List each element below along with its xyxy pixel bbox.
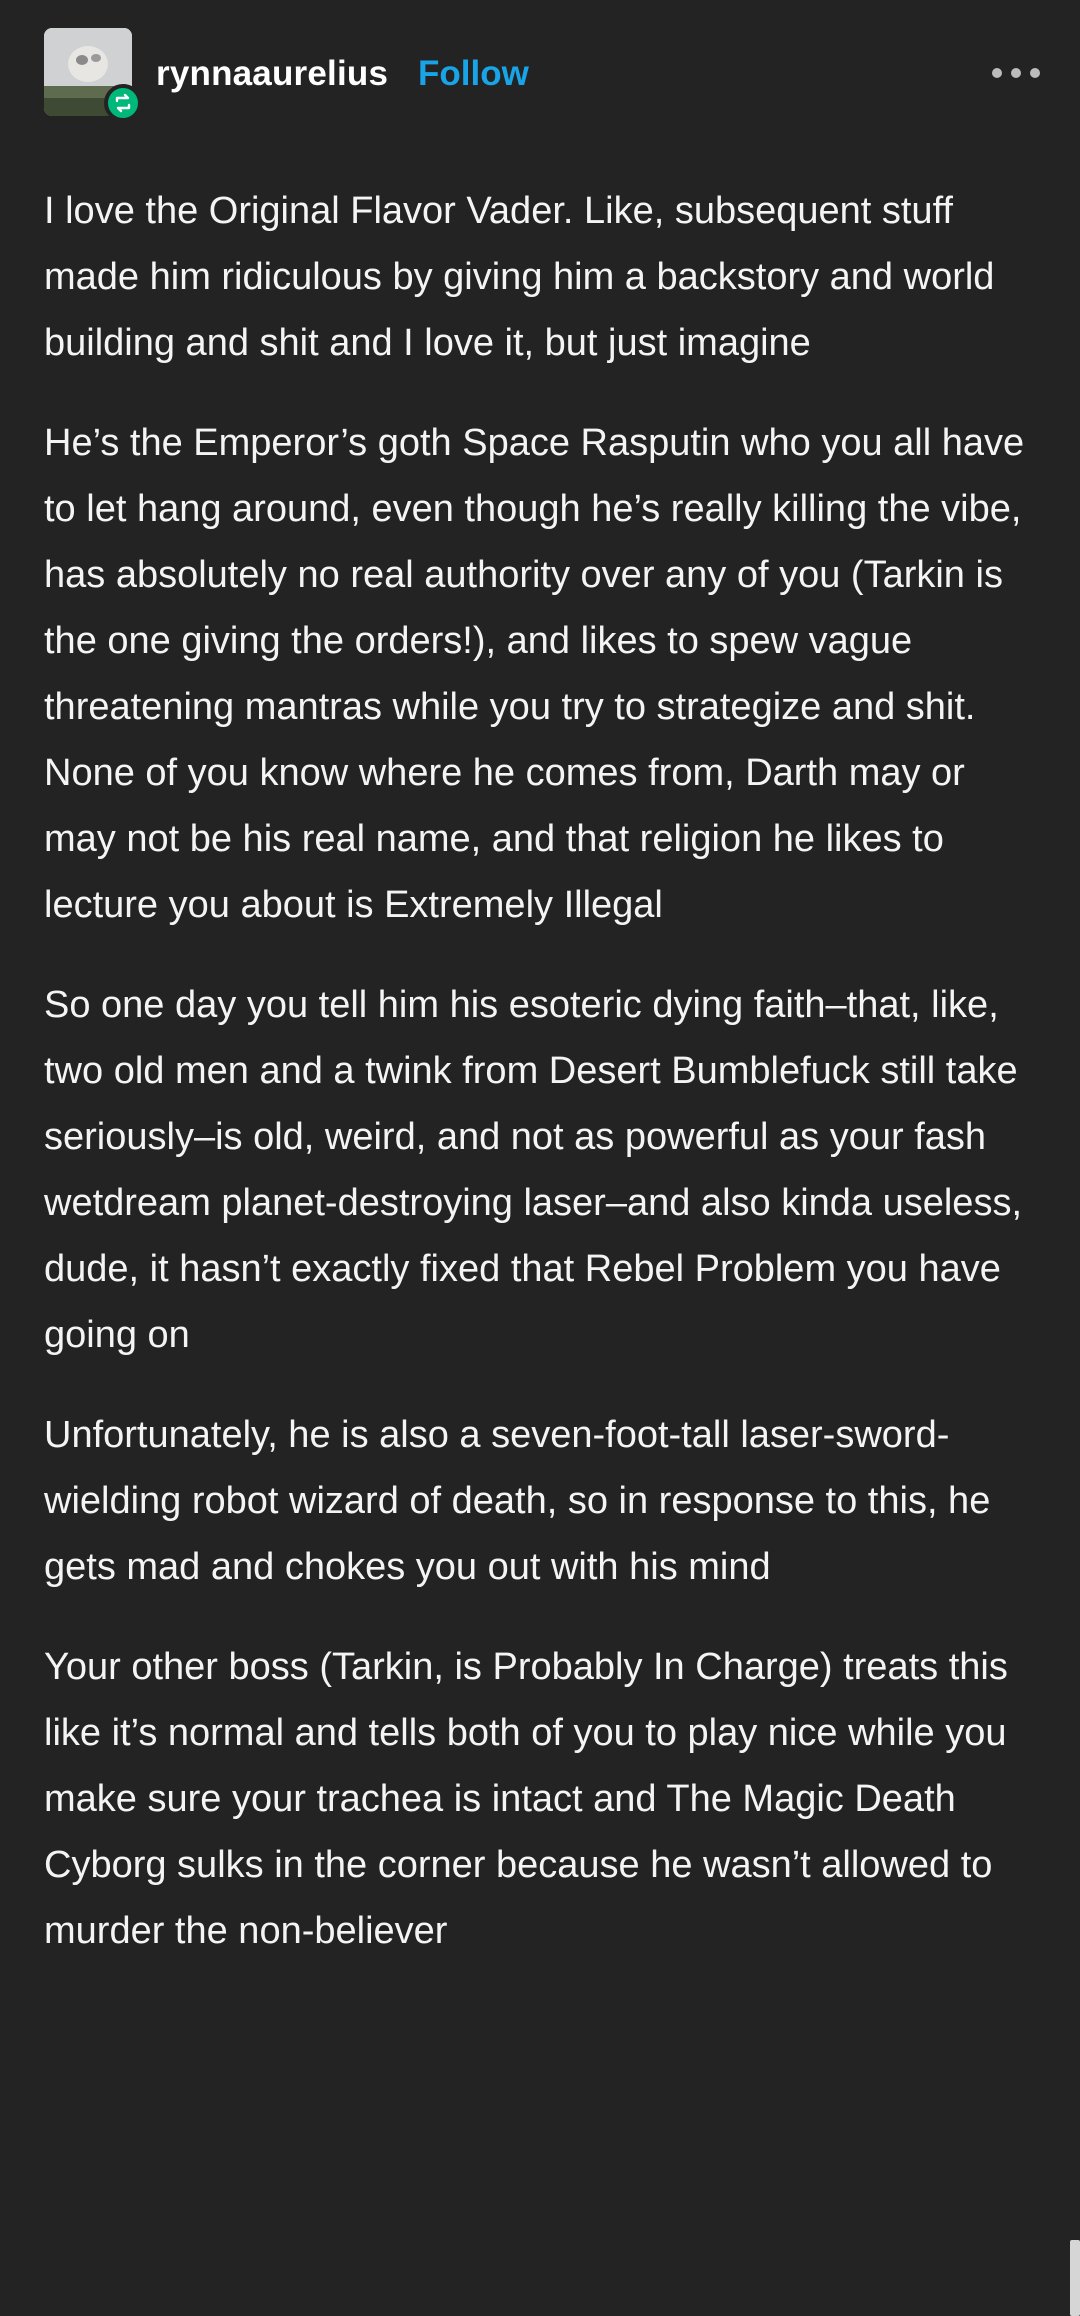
follow-button[interactable]: Follow bbox=[418, 52, 529, 96]
more-options-icon[interactable] bbox=[992, 58, 1040, 88]
username-link[interactable]: rynnaaurelius bbox=[156, 52, 388, 96]
post-paragraph: Your other boss (Tarkin, is Probably In … bbox=[44, 1646, 1008, 1952]
post-paragraph: Unfortunately, he is also a seven-foot-t… bbox=[44, 1414, 991, 1588]
post-paragraph: So one day you tell him his esoteric dyi… bbox=[44, 984, 1022, 1356]
more-dot bbox=[1011, 68, 1021, 78]
post-header: rynnaaurelius Follow bbox=[44, 28, 1040, 122]
more-dot bbox=[1030, 68, 1040, 78]
post-body: I love the Original Flavor Vader. Like, … bbox=[44, 178, 1044, 1998]
post-paragraph: He’s the Emperor’s goth Space Rasputin w… bbox=[44, 422, 1025, 926]
reblog-icon bbox=[104, 84, 142, 122]
scrollbar-thumb[interactable] bbox=[1070, 2240, 1080, 2316]
post-paragraph: I love the Original Flavor Vader. Like, … bbox=[44, 190, 995, 364]
more-dot bbox=[992, 68, 1002, 78]
